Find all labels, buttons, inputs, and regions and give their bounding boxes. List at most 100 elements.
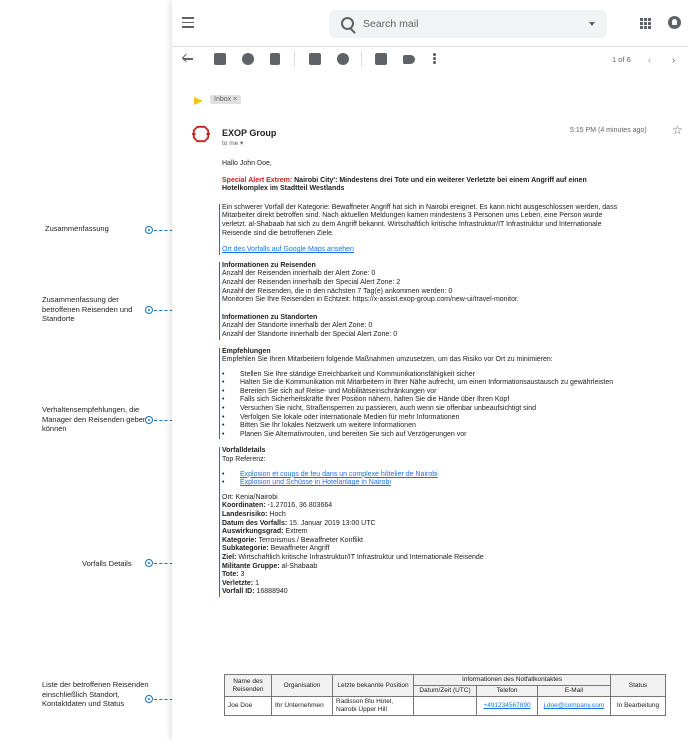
detail-key: Subkategorie: xyxy=(222,545,269,553)
table-row: Joe Doe Ihr Unternehmen Radisson Blu Hot… xyxy=(224,696,666,716)
exop-logo-icon xyxy=(192,125,210,143)
top-reference-label: Top Referenz: xyxy=(222,456,266,464)
cell-organisation: Ihr Unternehmen xyxy=(271,696,333,716)
alert-headline: Special Alert Extrem: Nairobi City': Min… xyxy=(222,177,622,194)
toolbar-divider xyxy=(294,51,295,67)
recommendation-item: Planen Sie Alternativrouten, und bereite… xyxy=(222,431,622,440)
travelers-line: Anzahl der Reisenden innerhalb der Alert… xyxy=(222,270,376,278)
annotation-travelers: Zusammenfassung der betroffenen Reisende… xyxy=(42,295,133,323)
detail-key: Militante Gruppe: xyxy=(222,562,280,570)
chevron-left-icon[interactable]: ‹ xyxy=(648,55,651,66)
recommendation-item: Falls sich Sicherheitskräfte Ihrer Posit… xyxy=(222,396,622,405)
detail-key: Verletzte: xyxy=(222,579,254,587)
detail-row: Subkategorie: Bewaffneter Angriff xyxy=(222,545,622,554)
report-spam-icon[interactable] xyxy=(242,53,254,65)
detail-value: Kenia/Nairobi xyxy=(233,493,278,501)
detail-value: 1 xyxy=(253,579,259,587)
mark-unread-icon[interactable] xyxy=(309,53,321,65)
alert-level: Special Alert Extrem: xyxy=(222,176,293,184)
chevron-right-icon[interactable]: › xyxy=(672,55,675,66)
recommendations-intro: Empfehlen Sie Ihren Mitarbeitern folgend… xyxy=(222,356,553,364)
notifications-icon[interactable] xyxy=(668,16,681,29)
summary-text: Ein schwerer Vorfall der Kategorie: Bewa… xyxy=(222,203,618,237)
details-section: Vorfalldetails Top Referenz: Explosion e… xyxy=(219,447,622,597)
apps-grid-icon[interactable] xyxy=(640,18,651,29)
detail-row: Verletzte: 1 xyxy=(222,580,622,589)
sender-row: EXOP Group to me ▾ 5:15 PM (4 minutes ag… xyxy=(188,123,688,153)
locations-line: Anzahl der Standorte innerhalb der Alert… xyxy=(222,322,373,330)
detail-value: Wirtschaftlich kritische Infrastruktur/I… xyxy=(236,553,484,561)
detail-value: 15. Januar 2019 13:00 UTC xyxy=(287,519,376,527)
detail-key: Datum des Vorfalls: xyxy=(222,519,288,527)
search-box[interactable]: Search mail xyxy=(329,10,607,38)
star-icon[interactable]: ☆ xyxy=(672,123,683,137)
map-link[interactable]: Ort des Vorfalls auf Google Maps ansehen xyxy=(222,246,354,253)
reference-link[interactable]: Explosion und Schüsse in Hotelanlage in … xyxy=(240,479,391,486)
detail-row: Landesrisiko: Hoch xyxy=(222,511,622,520)
detail-row: Koordinaten: -1.27016, 36.803664 xyxy=(222,502,622,511)
pagination-count: 1 of 6 xyxy=(612,55,631,64)
menu-icon[interactable] xyxy=(182,17,194,31)
move-to-icon[interactable] xyxy=(375,53,387,65)
back-arrow-icon[interactable] xyxy=(182,53,194,65)
reference-link[interactable]: Explosion et coups de feu dans un comple… xyxy=(240,471,438,478)
archive-icon[interactable] xyxy=(214,53,226,65)
detail-key: Landesrisiko: xyxy=(222,511,268,518)
label-icon[interactable] xyxy=(403,55,415,64)
recommendation-item: Verfolgen Sie lokale oder internationale… xyxy=(222,414,622,423)
col-header-email: E-Mail xyxy=(537,685,611,697)
details-title: Vorfalldetails xyxy=(222,447,266,455)
col-header-status: Status xyxy=(610,674,666,697)
detail-row: Ort: Kenia/Nairobi xyxy=(222,494,622,503)
message-toolbar: 1 of 6 ‹ › xyxy=(172,46,688,74)
annotation-list: Liste der betroffenen Reisenden einschli… xyxy=(42,680,149,708)
travelers-line: Monitoren Sie Ihre Reisenden in Echtzeit… xyxy=(222,296,519,304)
search-options-icon[interactable] xyxy=(589,22,595,26)
search-icon[interactable] xyxy=(341,17,354,30)
col-header-datetime: Datum/Zeit (UTC) xyxy=(413,685,477,697)
recipient-details[interactable]: to me ▾ xyxy=(222,139,243,147)
detail-row: Auswirkungsgrad: Extrem xyxy=(222,528,622,537)
top-bar: Search mail xyxy=(172,0,688,47)
cell-name: Joe Doe xyxy=(224,696,272,716)
detail-key: Ziel: xyxy=(222,553,237,561)
locations-title: Informationen zu Standorten xyxy=(222,313,318,321)
detail-row: Vorfall ID: 16888940 xyxy=(222,588,622,597)
travelers-title: Informationen zu Reisenden xyxy=(222,261,316,269)
more-options-icon[interactable] xyxy=(433,53,436,65)
detail-row: Datum des Vorfalls: 15. Januar 2019 13:0… xyxy=(222,520,622,529)
detail-row: Tote: 3 xyxy=(222,571,622,580)
importance-marker-icon[interactable] xyxy=(194,97,203,105)
travelers-line: Anzahl der Reisenden innerhalb der Speci… xyxy=(222,278,401,286)
detail-value: 16888940 xyxy=(254,588,288,596)
cell-phone-link[interactable]: +491234567890 xyxy=(483,702,530,709)
snooze-icon[interactable] xyxy=(337,53,349,65)
cell-email-link[interactable]: j.doe@company.com xyxy=(544,702,605,709)
message-timestamp: 5:15 PM (4 minutes ago) xyxy=(570,127,647,134)
recommendation-item: Halten Sie die Kommunikation mit Mitarbe… xyxy=(222,379,622,388)
mail-window: Search mail 1 of 6 ‹ › Inbox × EXOP Grou… xyxy=(172,0,688,740)
detail-row: Ziel: Wirtschaftlich kritische Infrastru… xyxy=(222,554,622,563)
travelers-line: Anzahl der Reisenden, die in den nächste… xyxy=(222,287,453,295)
col-header-contact: Informationen des Notfallkontaktes xyxy=(413,674,611,686)
detail-value: Terrorismus / Bewaffneter Konflikt xyxy=(256,536,363,544)
annotation-recommendations: Verhaltensempfehlungen, die Manager den … xyxy=(42,405,148,433)
detail-key: Vorfall ID: xyxy=(222,588,255,596)
detail-key: Kategorie: xyxy=(222,536,257,544)
search-input[interactable]: Search mail xyxy=(363,18,418,30)
cell-position: Radisson Blu Hotel, Nairobi Upper Hill xyxy=(332,696,414,716)
detail-value: Extrem xyxy=(283,528,308,536)
greeting: Hallo John Doe, xyxy=(222,160,272,167)
delete-icon[interactable] xyxy=(270,53,280,65)
travelers-section: Informationen zu Reisenden Anzahl der Re… xyxy=(219,261,622,340)
inbox-label-chip[interactable]: Inbox × xyxy=(210,95,242,104)
detail-row: Militante Gruppe: al-Shabaab xyxy=(222,563,622,572)
locations-line: Anzahl der Standorte innerhalb der Speci… xyxy=(222,330,398,338)
detail-value: Bewaffneter Angriff xyxy=(268,545,330,553)
recommendations-title: Empfehlungen xyxy=(222,347,271,355)
recommendation-item: Stellen Sie Ihre ständige Erreichbarkeit… xyxy=(222,371,622,380)
detail-key: Koordinaten: xyxy=(222,502,266,510)
recommendations-section: Empfehlungen Empfehlen Sie Ihren Mitarbe… xyxy=(219,347,622,440)
sender-name[interactable]: EXOP Group xyxy=(222,128,276,138)
detail-key: Auswirkungsgrad: xyxy=(222,528,284,536)
